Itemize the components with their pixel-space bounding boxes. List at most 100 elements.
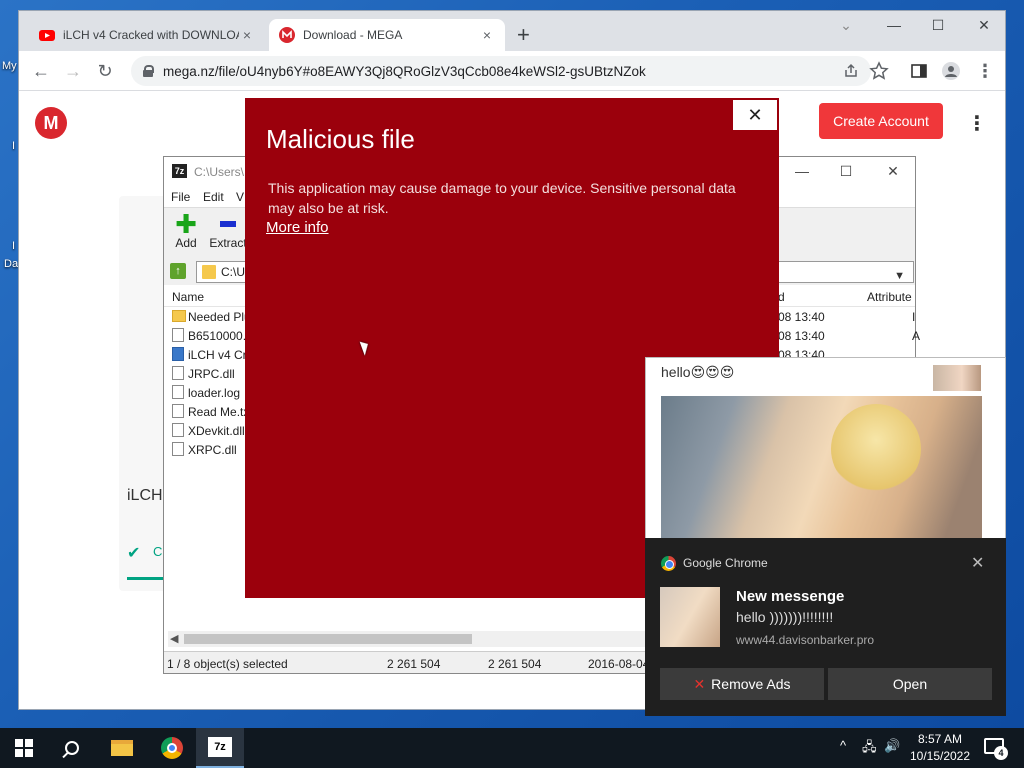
notification-body: hello )))))))!!!!!!!! — [736, 609, 834, 625]
file-name: Needed Plu — [188, 310, 251, 324]
download-status: C — [153, 544, 163, 559]
column-name[interactable]: Name — [172, 290, 204, 304]
tab-search-icon[interactable]: ⌄ — [831, 17, 861, 34]
file-icon — [172, 385, 184, 399]
window-close-button[interactable]: ✕ — [969, 17, 999, 34]
notification-image — [660, 587, 720, 647]
file-name: Read Me.tx — [188, 405, 250, 419]
youtube-icon — [39, 30, 55, 41]
desktop-icon-label[interactable]: I — [12, 140, 15, 152]
address-text: C:\U — [221, 265, 245, 279]
column-attributes[interactable]: Attribute — [867, 290, 912, 304]
chrome-taskbar-button[interactable] — [148, 728, 196, 768]
menu-file[interactable]: File — [171, 190, 190, 204]
tab-ilch-youtube[interactable]: iLCH v4 Cracked with DOWNLOAD × — [29, 19, 265, 51]
remove-icon: ✕ — [693, 676, 706, 692]
dialog-title: Malicious file — [266, 124, 415, 154]
extract-label: Extract — [209, 236, 247, 250]
notification-center-icon[interactable]: 4 — [984, 738, 1008, 760]
exe-icon — [172, 347, 184, 361]
scrollbar-thumb[interactable] — [184, 634, 472, 644]
file-name: JRPC.dll — [188, 367, 235, 381]
menu-view[interactable]: V — [236, 190, 244, 204]
dll-icon — [172, 423, 184, 437]
tab-mega-download[interactable]: Download - MEGA × — [269, 19, 505, 51]
file-attr: A — [912, 329, 921, 343]
7zip-taskbar-button[interactable]: 7z — [196, 728, 244, 768]
back-button[interactable]: ← — [29, 59, 53, 83]
minimize-button[interactable]: — — [879, 17, 909, 33]
chevron-down-icon[interactable]: ▼ — [894, 266, 905, 286]
chrome-icon — [161, 737, 183, 759]
url-text: mega.nz/file/oU4nyb6Y#o8EAWY3Qj8QRoGlzV3… — [163, 63, 646, 79]
clock[interactable]: 8:57 AM 10/15/2022 — [900, 731, 980, 765]
tab-label: Download - MEGA — [303, 28, 403, 42]
mega-logo[interactable]: M — [35, 107, 67, 139]
maximize-button[interactable]: ☐ — [923, 17, 953, 34]
up-folder-icon[interactable]: ↑ — [170, 263, 186, 279]
folder-icon — [202, 265, 216, 279]
file-name: iLCH v4 Cra — [188, 348, 254, 362]
folder-icon — [172, 310, 186, 322]
open-button[interactable]: Open — [828, 668, 992, 700]
volume-icon[interactable]: 🔊 — [884, 738, 900, 754]
star-icon[interactable] — [869, 61, 889, 81]
notification-close-icon[interactable]: ✕ — [971, 553, 984, 573]
dialog-close-button[interactable]: ✕ — [733, 100, 777, 130]
menu-edit[interactable]: Edit — [203, 190, 224, 204]
add-label: Add — [175, 236, 197, 250]
close-button[interactable]: ✕ — [881, 163, 905, 180]
scroll-left-icon[interactable]: ◀ — [170, 632, 178, 645]
sidebar-icon[interactable] — [909, 61, 929, 81]
file-name: XRPC.dll — [188, 443, 237, 457]
file-name: loader.log — [188, 386, 241, 400]
tab-close-icon[interactable]: × — [239, 27, 255, 43]
network-icon[interactable]: 🖧 — [862, 738, 877, 760]
notification-source: www44.davisonbarker.pro — [736, 633, 875, 647]
more-info-link[interactable]: More info — [266, 219, 329, 236]
dialog-message: This application may cause damage to you… — [268, 180, 736, 216]
file-date: 08 13:40 — [778, 310, 825, 324]
lock-icon[interactable] — [143, 65, 154, 77]
notification-count-badge: 4 — [994, 746, 1008, 760]
desktop-icon-label[interactable]: Da — [4, 258, 18, 270]
mega-menu-icon[interactable]: ⋮ — [967, 111, 987, 136]
7zip-title: C:\Users\ — [194, 165, 245, 179]
profile-icon[interactable] — [941, 61, 961, 81]
extract-button[interactable]: Extract — [208, 212, 248, 250]
column-modified[interactable]: d — [778, 290, 785, 304]
desktop-icon-label[interactable]: My — [2, 60, 17, 72]
check-icon: ✔ — [127, 545, 141, 562]
add-button[interactable]: ✚ Add — [172, 211, 200, 250]
chrome-menu-icon[interactable]: ⋮ — [975, 61, 995, 81]
taskbar: 7z ^ 🖧 🔊 8:57 AM 10/15/2022 4 — [0, 728, 1024, 768]
file-attr: I — [912, 310, 916, 324]
tab-strip: iLCH v4 Cracked with DOWNLOAD × Download… — [19, 11, 1005, 51]
ad-popup[interactable]: hello😍😍😍 — [645, 357, 1006, 539]
remove-ads-label: Remove Ads — [711, 676, 791, 692]
share-icon[interactable] — [843, 63, 859, 79]
show-hidden-icons-chevron-icon[interactable]: ^ — [840, 738, 846, 753]
start-button[interactable] — [0, 728, 48, 768]
notification-app-name: Google Chrome — [683, 556, 768, 570]
reload-button[interactable]: ↻ — [93, 59, 117, 83]
ad-thumbnail[interactable] — [933, 365, 981, 391]
maximize-button[interactable]: ☐ — [834, 163, 858, 180]
remove-ads-button[interactable]: ✕ Remove Ads — [660, 668, 824, 700]
search-button[interactable] — [48, 728, 96, 768]
tab-close-icon[interactable]: × — [479, 27, 495, 43]
ad-image[interactable] — [661, 396, 982, 539]
notification-title: New messenge — [736, 588, 845, 605]
file-explorer-button[interactable] — [98, 728, 146, 768]
desktop-icon-label[interactable]: I — [12, 240, 15, 252]
file-explorer-icon — [111, 740, 133, 756]
file-icon — [172, 328, 184, 342]
address-bar[interactable]: mega.nz/file/oU4nyb6Y#o8EAWY3Qj8QRoGlzV3… — [131, 56, 871, 86]
browser-toolbar: ← → ↻ mega.nz/file/oU4nyb6Y#o8EAWY3Qj8QR… — [19, 51, 1005, 91]
create-account-button[interactable]: Create Account — [819, 103, 943, 139]
mega-icon — [279, 27, 295, 43]
new-tab-button[interactable]: + — [517, 23, 530, 47]
forward-button[interactable]: → — [61, 59, 85, 83]
minimize-button[interactable]: — — [790, 163, 814, 179]
7zip-icon: 7z — [208, 737, 232, 757]
